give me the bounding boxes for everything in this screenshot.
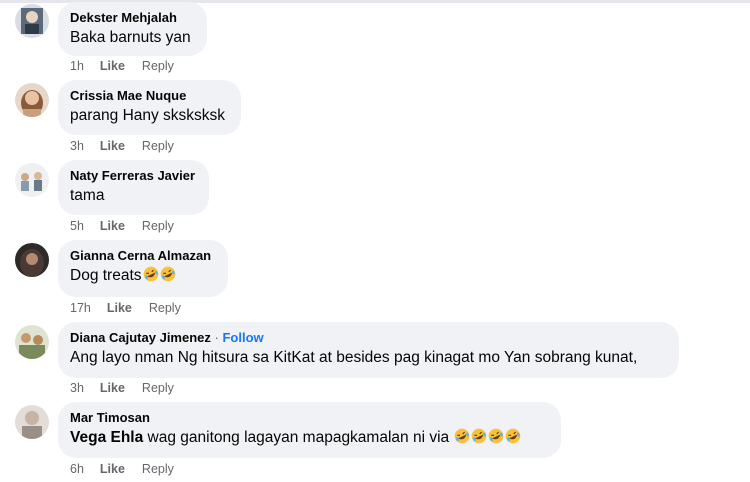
comment-text-content: wag ganitong lagayan mapagkamalan ni via <box>147 429 450 446</box>
avatar[interactable] <box>15 163 49 197</box>
comment-text: Vega Ehla wag ganitong lagayan mapagkama… <box>70 428 549 448</box>
comment-bubble: Crissia Mae Nuque parang Hany sksksksk <box>58 80 241 135</box>
avatar[interactable] <box>15 243 49 277</box>
comment-timestamp[interactable]: 6h <box>70 461 84 477</box>
rolling-on-floor-laughing-emoji-icon <box>143 266 158 282</box>
comment-text: tama <box>70 187 105 204</box>
comment-actions: 5h Like Reply <box>70 218 174 234</box>
reply-button[interactable]: Reply <box>142 461 174 477</box>
reply-button[interactable]: Reply <box>142 58 174 74</box>
comment-author[interactable]: Diana Cajutay Jimenez <box>70 330 211 345</box>
comment-bubble: Diana Cajutay Jimenez · Follow Ang layo … <box>58 322 679 378</box>
comment-bubble: Dekster Mehjalah Baka barnuts yan <box>58 2 207 56</box>
comment-timestamp[interactable]: 1h <box>70 58 84 74</box>
comment-timestamp[interactable]: 17h <box>70 300 91 316</box>
rolling-on-floor-laughing-emoji-icon <box>455 428 470 444</box>
reply-button[interactable]: Reply <box>142 380 174 396</box>
comment-timestamp[interactable]: 3h <box>70 380 84 396</box>
comment-actions: 6h Like Reply <box>70 461 174 477</box>
avatar[interactable] <box>15 405 49 439</box>
like-button[interactable]: Like <box>100 461 125 477</box>
comment-actions: 1h Like Reply <box>70 58 174 74</box>
reply-button[interactable]: Reply <box>142 218 174 234</box>
comment-author[interactable]: Mar Timosan <box>70 409 549 426</box>
comment-author[interactable]: Naty Ferreras Javier <box>70 167 197 184</box>
rolling-on-floor-laughing-emoji-icon <box>506 428 521 444</box>
comment-author[interactable]: Dekster Mehjalah <box>70 9 195 26</box>
comment-actions: 17h Like Reply <box>70 300 181 316</box>
avatar[interactable] <box>15 325 49 359</box>
comment-text-content: Dog treats <box>70 267 142 284</box>
comment-bubble: Naty Ferreras Javier tama <box>58 160 209 215</box>
like-button[interactable]: Like <box>100 380 125 396</box>
reply-button[interactable]: Reply <box>149 300 181 316</box>
like-button[interactable]: Like <box>107 300 132 316</box>
comment-text: Dog treats <box>70 266 216 286</box>
comment-text: parang Hany sksksksk <box>70 107 226 124</box>
comment-text: Ang layo nman Ng hitsura sa KitKat at be… <box>70 349 638 366</box>
rolling-on-floor-laughing-emoji-icon <box>160 266 175 282</box>
comment-bubble: Gianna Cerna Almazan Dog treats <box>58 240 228 297</box>
avatar[interactable] <box>15 4 49 38</box>
comment-text: Baka barnuts yan <box>70 29 191 46</box>
separator-dot: · <box>214 330 219 345</box>
comment-timestamp[interactable]: 3h <box>70 138 84 154</box>
like-button[interactable]: Like <box>100 138 125 154</box>
reply-button[interactable]: Reply <box>142 138 174 154</box>
rolling-on-floor-laughing-emoji-icon <box>472 428 487 444</box>
comment-bubble: Mar Timosan Vega Ehla wag ganitong lagay… <box>58 402 561 458</box>
avatar[interactable] <box>15 83 49 117</box>
comment-author[interactable]: Gianna Cerna Almazan <box>70 247 216 264</box>
comment-actions: 3h Like Reply <box>70 380 174 396</box>
comment-author[interactable]: Crissia Mae Nuque <box>70 87 229 104</box>
mention-link[interactable]: Vega Ehla <box>70 429 143 446</box>
comment-timestamp[interactable]: 5h <box>70 218 84 234</box>
comment-actions: 3h Like Reply <box>70 138 174 154</box>
like-button[interactable]: Like <box>100 218 125 234</box>
follow-button[interactable]: Follow <box>222 330 263 345</box>
comment-author-line: Diana Cajutay Jimenez · Follow <box>70 329 667 346</box>
rolling-on-floor-laughing-emoji-icon <box>489 428 504 444</box>
like-button[interactable]: Like <box>100 58 125 74</box>
